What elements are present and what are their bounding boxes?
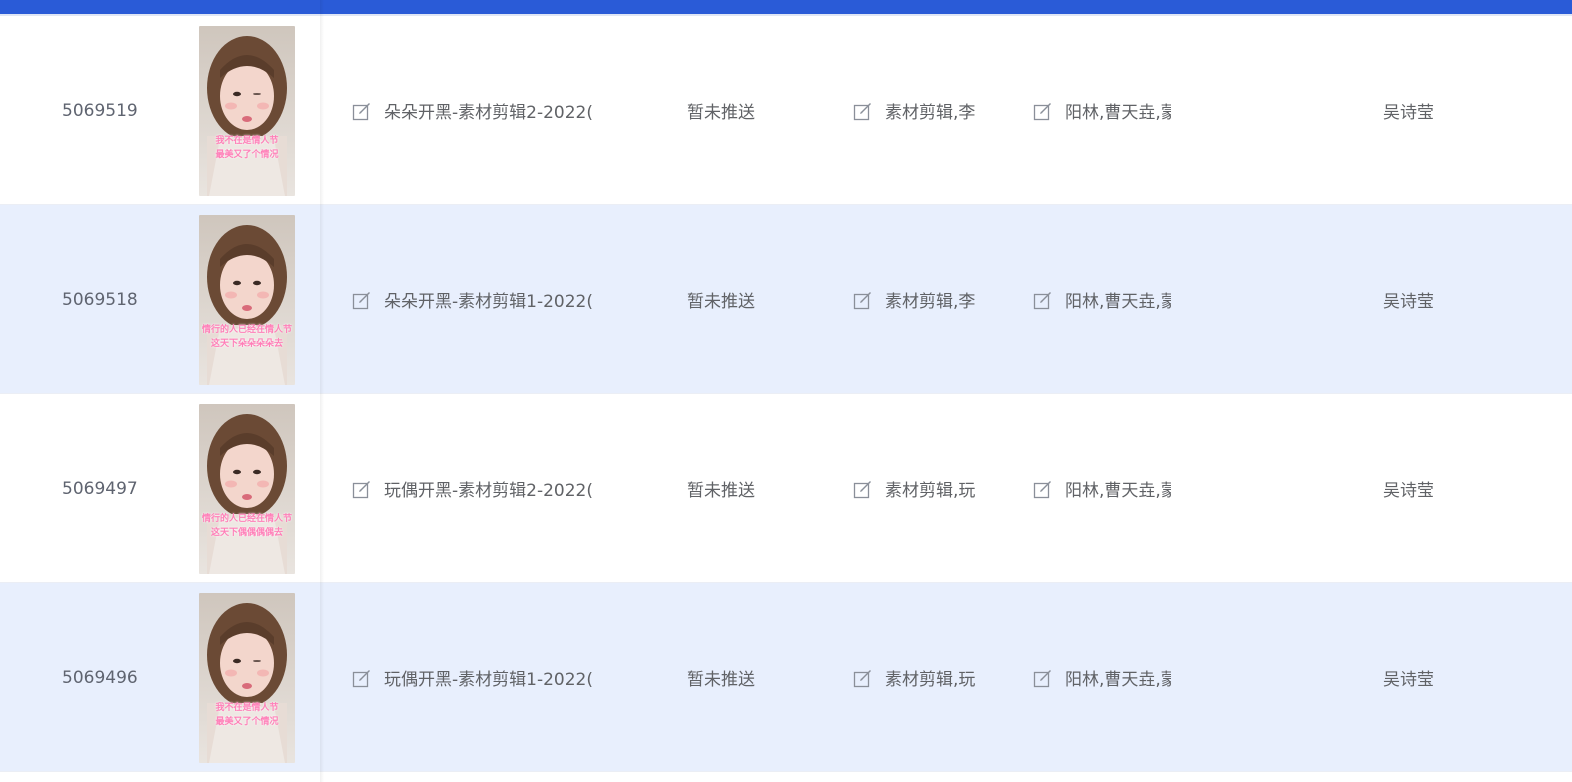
video-thumbnail[interactable]: 情行的人已经在情人节 这天下偶偶偶偶去 <box>199 403 295 574</box>
id-cell: 5069518 <box>62 205 172 394</box>
edit-icon[interactable] <box>352 290 372 310</box>
table-row: 5069496 我不在是情人节 最美又了个情况 玩偶开黑-素材剪辑1-2022(… <box>0 583 1572 772</box>
tags-text: 素材剪辑,李 <box>885 103 976 123</box>
people-cell[interactable]: 阳林,曹天垚,蒙 <box>1033 394 1171 583</box>
tags-cell[interactable]: 素材剪辑,玩 <box>853 583 977 772</box>
edit-icon[interactable] <box>352 479 372 499</box>
people-text: 阳林,曹天垚,蒙 <box>1065 103 1171 123</box>
title-cell[interactable]: 朵朵开黑-素材剪辑2-2022( <box>352 16 594 205</box>
edit-icon[interactable] <box>1033 101 1053 121</box>
edit-icon[interactable] <box>1033 290 1053 310</box>
top-header-bar <box>0 0 1572 14</box>
video-thumbnail[interactable]: 我不在是情人节 最美又了个情况 <box>199 592 295 763</box>
thumbnail-cell[interactable]: 我不在是情人节 最美又了个情况 <box>199 583 295 772</box>
owner-cell: 吴诗莹 <box>1383 205 1503 394</box>
owner-text: 吴诗莹 <box>1383 292 1434 312</box>
title-cell[interactable]: 玩偶开黑-素材剪辑2-2022( <box>352 394 594 583</box>
status-cell: 暂未推送 <box>687 16 807 205</box>
thumbnail-cell[interactable]: 情行的人已经在情人节 这天下朵朵朵朵去 <box>199 205 295 394</box>
title-text: 朵朵开黑-素材剪辑1-2022( <box>384 292 593 312</box>
id-text: 5069496 <box>62 667 138 688</box>
id-text: 5069497 <box>62 478 138 499</box>
title-cell[interactable]: 玩偶开黑-素材剪辑1-2022( <box>352 583 594 772</box>
status-text: 暂未推送 <box>687 481 755 501</box>
status-cell: 暂未推送 <box>687 394 807 583</box>
owner-text: 吴诗莹 <box>1383 481 1434 501</box>
thumbnail-image <box>199 403 295 574</box>
status-text: 暂未推送 <box>687 103 755 123</box>
tags-cell[interactable]: 素材剪辑,玩 <box>853 394 977 583</box>
people-text: 阳林,曹天垚,蒙 <box>1065 292 1171 312</box>
thumbnail-cell[interactable]: 我不在是情人节 最美又了个情况 <box>199 16 295 205</box>
material-table: 5069519 我不在是情人节 最美又了个情况 朵朵开黑-素材剪辑2-2022(… <box>0 16 1572 772</box>
status-text: 暂未推送 <box>687 670 755 690</box>
title-cell[interactable]: 朵朵开黑-素材剪辑1-2022( <box>352 205 594 394</box>
title-text: 朵朵开黑-素材剪辑2-2022( <box>384 103 593 123</box>
people-cell[interactable]: 阳林,曹天垚,蒙 <box>1033 16 1171 205</box>
table-row: 5069518 情行的人已经在情人节 这天下朵朵朵朵去 朵朵开黑-素材剪辑1-2… <box>0 205 1572 394</box>
tags-text: 素材剪辑,李 <box>885 292 976 312</box>
owner-cell: 吴诗莹 <box>1383 583 1503 772</box>
video-thumbnail[interactable]: 我不在是情人节 最美又了个情况 <box>199 25 295 196</box>
tags-cell[interactable]: 素材剪辑,李 <box>853 16 977 205</box>
edit-icon[interactable] <box>352 668 372 688</box>
table-row: 5069519 我不在是情人节 最美又了个情况 朵朵开黑-素材剪辑2-2022(… <box>0 16 1572 205</box>
owner-text: 吴诗莹 <box>1383 103 1434 123</box>
thumbnail-caption-1: 我不在是情人节 <box>215 135 279 146</box>
edit-icon[interactable] <box>853 101 873 121</box>
status-text: 暂未推送 <box>687 292 755 312</box>
owner-cell: 吴诗莹 <box>1383 16 1503 205</box>
thumbnail-image <box>199 25 295 196</box>
thumbnail-caption-1: 情行的人已经在情人节 <box>201 513 292 524</box>
title-text: 玩偶开黑-素材剪辑2-2022( <box>384 481 593 501</box>
status-cell: 暂未推送 <box>687 205 807 394</box>
id-cell: 5069519 <box>62 16 172 205</box>
people-cell[interactable]: 阳林,曹天垚,蒙 <box>1033 583 1171 772</box>
id-cell: 5069497 <box>62 394 172 583</box>
title-text: 玩偶开黑-素材剪辑1-2022( <box>384 670 593 690</box>
thumbnail-caption-2: 最美又了个情况 <box>215 149 279 160</box>
thumbnail-image <box>199 214 295 385</box>
thumbnail-caption-1: 情行的人已经在情人节 <box>201 324 292 335</box>
status-cell: 暂未推送 <box>687 583 807 772</box>
fixed-column-shadow <box>320 0 324 782</box>
id-text: 5069519 <box>62 100 138 121</box>
id-cell: 5069496 <box>62 583 172 772</box>
edit-icon[interactable] <box>1033 668 1053 688</box>
tags-cell[interactable]: 素材剪辑,李 <box>853 205 977 394</box>
tags-text: 素材剪辑,玩 <box>885 481 976 501</box>
owner-text: 吴诗莹 <box>1383 670 1434 690</box>
owner-cell: 吴诗莹 <box>1383 394 1503 583</box>
thumbnail-caption-2: 这天下朵朵朵朵去 <box>210 338 283 349</box>
people-text: 阳林,曹天垚,蒙 <box>1065 481 1171 501</box>
thumbnail-cell[interactable]: 情行的人已经在情人节 这天下偶偶偶偶去 <box>199 394 295 583</box>
edit-icon[interactable] <box>853 668 873 688</box>
id-text: 5069518 <box>62 289 138 310</box>
edit-icon[interactable] <box>853 479 873 499</box>
video-thumbnail[interactable]: 情行的人已经在情人节 这天下朵朵朵朵去 <box>199 214 295 385</box>
people-text: 阳林,曹天垚,蒙 <box>1065 670 1171 690</box>
thumbnail-image <box>199 592 295 763</box>
edit-icon[interactable] <box>1033 479 1053 499</box>
thumbnail-caption-2: 这天下偶偶偶偶去 <box>210 527 283 538</box>
people-cell[interactable]: 阳林,曹天垚,蒙 <box>1033 205 1171 394</box>
tags-text: 素材剪辑,玩 <box>885 670 976 690</box>
table-row: 5069497 情行的人已经在情人节 这天下偶偶偶偶去 玩偶开黑-素材剪辑2-2… <box>0 394 1572 583</box>
edit-icon[interactable] <box>352 101 372 121</box>
edit-icon[interactable] <box>853 290 873 310</box>
thumbnail-caption-1: 我不在是情人节 <box>215 702 279 713</box>
thumbnail-caption-2: 最美又了个情况 <box>215 716 279 727</box>
